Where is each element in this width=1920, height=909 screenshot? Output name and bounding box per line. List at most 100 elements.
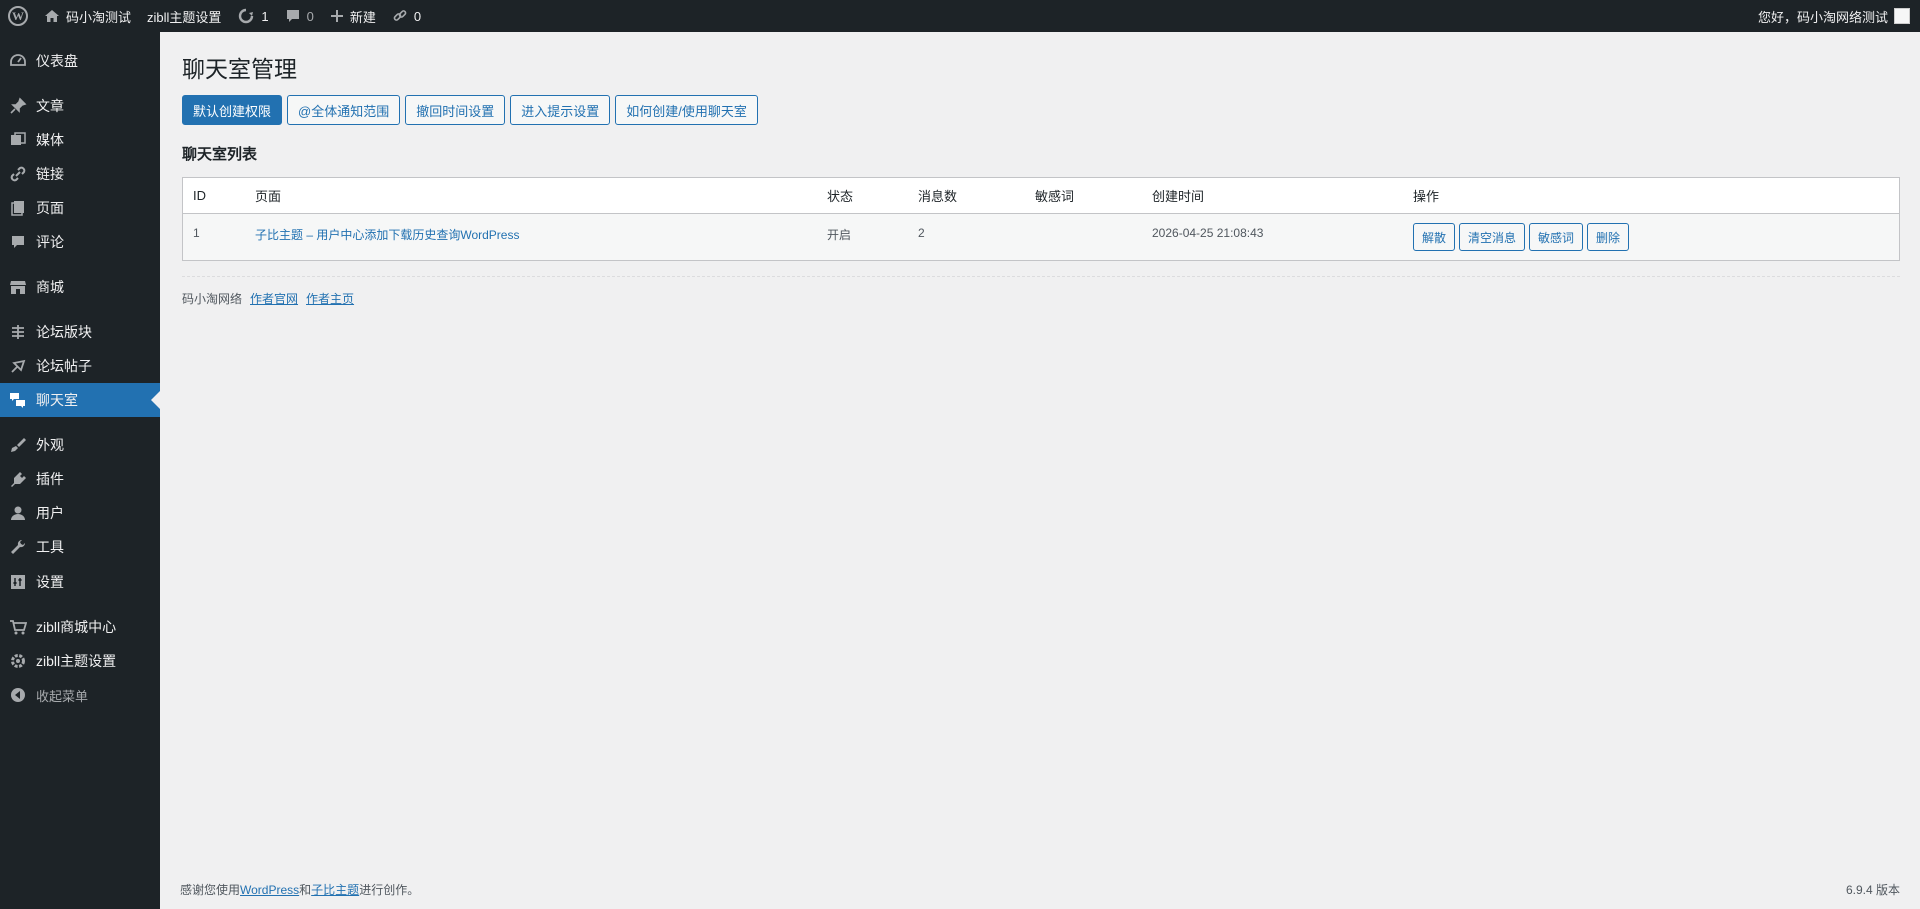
sidebar-item-zibll-theme-settings[interactable]: zibll主题设置 xyxy=(0,644,160,678)
dashboard-icon xyxy=(0,52,36,70)
site-name-label: 码小淘测试 xyxy=(66,9,132,25)
forum-section-icon xyxy=(0,323,36,341)
account-menu[interactable]: 您好，码小淘网络测试 xyxy=(1758,7,1920,26)
sidebar-item-zibll-shop-center[interactable]: zibll商城中心 xyxy=(0,610,160,644)
store-icon xyxy=(0,278,36,296)
sidebar-item-settings[interactable]: 设置 xyxy=(0,565,160,599)
sidebar-item-label: 聊天室 xyxy=(36,392,78,408)
sidebar-item-label: 外观 xyxy=(36,437,64,453)
table-header: ID 页面 状态 消息数 敏感词 创建时间 操作 xyxy=(183,178,1899,214)
header-messages: 消息数 xyxy=(918,189,958,204)
updates-icon xyxy=(237,8,255,24)
page-icon xyxy=(0,199,36,217)
footer-version: 6.9.4 版本 xyxy=(1845,883,1900,897)
plus-icon xyxy=(330,9,344,23)
sidebar-item-forum-posts[interactable]: 论坛帖子 xyxy=(0,349,160,383)
sidebar-item-label: 论坛版块 xyxy=(36,324,92,340)
dissolve-button[interactable]: 解散 xyxy=(1413,223,1456,251)
sidebar-item-tools[interactable]: 工具 xyxy=(0,530,160,564)
plugin-credits: 码小淘网络 作者官网 作者主页 xyxy=(182,290,354,307)
sidebar-item-store[interactable]: 商城 xyxy=(0,270,160,304)
sidebar-item-forum-sections[interactable]: 论坛版块 xyxy=(0,315,160,349)
tab-enter-prompt-settings[interactable]: 进入提示设置 xyxy=(510,95,611,125)
plugin-icon xyxy=(0,470,36,488)
sidebar-item-pages[interactable]: 页面 xyxy=(0,191,160,225)
sidebar-item-plugins[interactable]: 插件 xyxy=(0,462,160,496)
sidebar-item-dashboard[interactable]: 仪表盘 xyxy=(0,44,160,78)
tab-mention-all-scope[interactable]: @全体通知范围 xyxy=(287,95,401,125)
footer-theme-link[interactable]: 子比主题 xyxy=(311,883,359,897)
forum-post-icon xyxy=(0,357,36,375)
sidebar-item-comments[interactable]: 评论 xyxy=(0,225,160,259)
links-link[interactable]: 0 xyxy=(384,0,429,32)
table-row: 1 子比主题 – 用户中心添加下载历史查询WordPress 开启 2 2026… xyxy=(183,214,1899,260)
credits-brand: 码小淘网络 xyxy=(182,292,243,306)
avatar xyxy=(1894,8,1910,24)
brush-icon xyxy=(0,436,36,454)
cell-status: 开启 xyxy=(827,228,852,242)
delete-button[interactable]: 删除 xyxy=(1587,223,1630,251)
page-link[interactable]: 子比主题 – 用户中心添加下载历史查询WordPress xyxy=(255,228,519,242)
chatroom-table: ID 页面 状态 消息数 敏感词 创建时间 操作 1 子比主题 – 用户中心添加… xyxy=(182,177,1900,261)
sidebar-item-appearance[interactable]: 外观 xyxy=(0,428,160,462)
admin-sidebar: 仪表盘 文章 媒体 链接 页面 评论 商城 论坛版块 论坛帖子 聊天室 外观 插… xyxy=(0,32,160,909)
footer-thanks: 感谢您使用WordPress和子比主题进行创作。 xyxy=(180,881,419,898)
sidebar-item-label: 工具 xyxy=(36,539,64,555)
sidebar-item-label: 商城 xyxy=(36,279,64,295)
sidebar-item-label: 页面 xyxy=(36,200,64,216)
sidebar-item-label: 插件 xyxy=(36,471,64,487)
tab-how-to-use[interactable]: 如何创建/使用聊天室 xyxy=(615,95,758,125)
footer-wordpress-link[interactable]: WordPress xyxy=(240,883,299,897)
author-site-link[interactable]: 作者官网 xyxy=(250,290,298,307)
theme-settings-link[interactable]: zibll主题设置 xyxy=(139,0,229,32)
pin-icon xyxy=(0,97,36,115)
sidebar-item-links[interactable]: 链接 xyxy=(0,157,160,191)
wordpress-logo-icon: W xyxy=(8,6,28,26)
collapse-icon xyxy=(0,686,36,704)
sidebar-item-label: 评论 xyxy=(36,234,64,250)
section-title: 聊天室列表 xyxy=(182,146,258,163)
footer-and: 和 xyxy=(299,883,312,897)
wordpress-logo-button[interactable]: W xyxy=(0,0,36,32)
media-icon xyxy=(0,131,36,149)
author-home-link[interactable]: 作者主页 xyxy=(306,290,354,307)
sidebar-item-chatroom[interactable]: 聊天室 xyxy=(0,383,160,417)
links-count: 0 xyxy=(413,8,422,24)
header-id: ID xyxy=(193,188,206,203)
tab-default-create-permission[interactable]: 默认创建权限 xyxy=(182,95,283,125)
settings-tabs: 默认创建权限 @全体通知范围 撤回时间设置 进入提示设置 如何创建/使用聊天室 xyxy=(182,95,758,125)
user-icon xyxy=(0,504,36,522)
updates-count: 1 xyxy=(261,8,269,24)
header-sensitive-words: 敏感词 xyxy=(1035,189,1075,204)
comments-link[interactable]: 0 xyxy=(277,0,322,32)
updates-link[interactable]: 1 xyxy=(229,0,276,32)
sidebar-item-media[interactable]: 媒体 xyxy=(0,123,160,157)
chat-icon xyxy=(0,391,36,409)
tab-recall-time-settings[interactable]: 撤回时间设置 xyxy=(405,95,506,125)
cart-icon xyxy=(0,618,36,636)
settings-icon xyxy=(0,573,36,591)
sidebar-item-label: zibll主题设置 xyxy=(36,653,117,669)
sidebar-item-label: 媒体 xyxy=(36,132,64,148)
collapse-menu-button[interactable]: 收起菜单 xyxy=(0,678,160,712)
link-icon xyxy=(0,165,36,183)
cell-actions: 解散 清空消息 敏感词 删除 xyxy=(1403,223,1899,251)
comment-icon xyxy=(0,233,36,251)
sensitive-words-button[interactable]: 敏感词 xyxy=(1529,223,1584,251)
header-actions: 操作 xyxy=(1413,189,1440,204)
sidebar-item-label: 论坛帖子 xyxy=(36,358,92,374)
sidebar-item-label: 文章 xyxy=(36,98,64,114)
new-content-link[interactable]: 新建 xyxy=(322,0,384,32)
sidebar-item-label: 设置 xyxy=(36,574,64,590)
sidebar-item-label: 链接 xyxy=(36,166,64,182)
link-chain-icon xyxy=(392,8,408,24)
sidebar-item-posts[interactable]: 文章 xyxy=(0,89,160,123)
sidebar-item-users[interactable]: 用户 xyxy=(0,496,160,530)
greeting-text: 您好，码小淘网络测试 xyxy=(1757,9,1888,25)
cell-page: 子比主题 – 用户中心添加下载历史查询WordPress xyxy=(245,214,817,243)
cell-messages: 2 xyxy=(918,226,925,240)
clear-messages-button[interactable]: 清空消息 xyxy=(1459,223,1526,251)
theme-settings-label: zibll主题设置 xyxy=(147,9,222,25)
new-label: 新建 xyxy=(349,9,376,25)
site-name-link[interactable]: 码小淘测试 xyxy=(36,0,139,32)
